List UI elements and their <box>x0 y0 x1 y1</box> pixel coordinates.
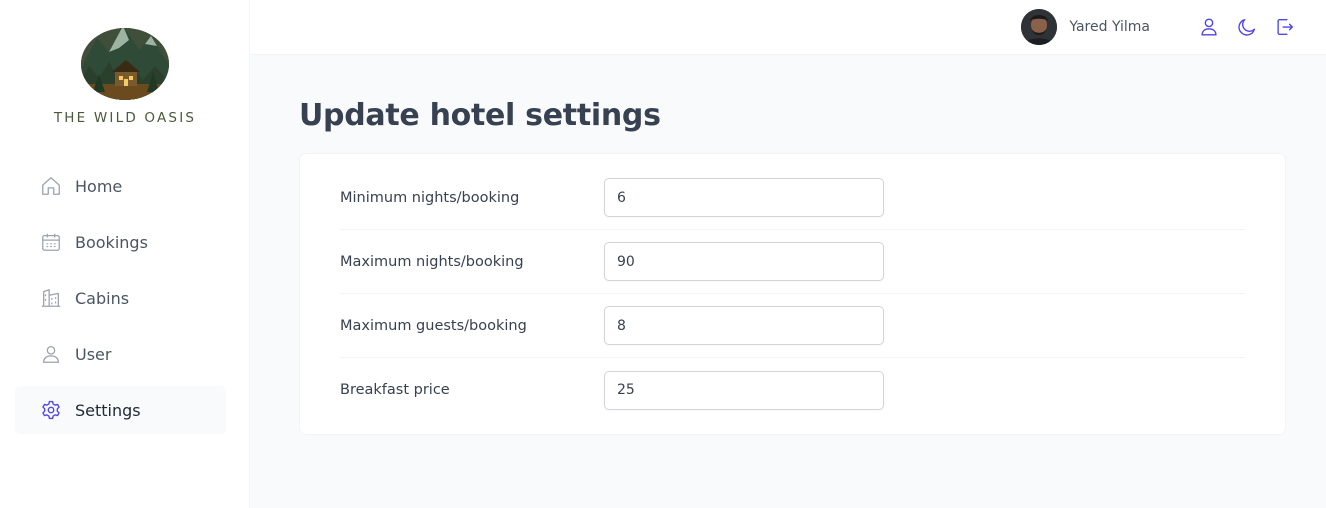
avatar <box>1021 9 1058 45</box>
max-nights-label: Maximum nights/booking <box>340 253 524 270</box>
logo-image <box>81 28 169 100</box>
gear-icon <box>40 399 62 421</box>
min-nights-label: Minimum nights/booking <box>340 189 520 206</box>
sidebar-item-cabins[interactable]: Cabins <box>15 274 226 322</box>
main-area: Yared Yilma Update hotel settings Minimu… <box>250 0 1326 508</box>
user-icon[interactable] <box>1198 16 1220 38</box>
brand-name: THE WILD OASIS <box>53 110 197 126</box>
calendar-icon <box>40 231 62 253</box>
sidebar-item-settings[interactable]: Settings <box>15 386 226 434</box>
max-guests-input[interactable] <box>604 306 884 345</box>
min-nights-input[interactable] <box>604 178 884 217</box>
header: Yared Yilma <box>250 0 1326 55</box>
home-icon <box>40 175 62 197</box>
settings-section: Update hotel settings Minimum nights/boo… <box>299 98 1286 435</box>
building-icon <box>40 287 62 309</box>
user-info: Yared Yilma <box>1021 9 1150 45</box>
sidebar-item-label: Settings <box>75 400 141 420</box>
sidebar-item-label: Cabins <box>75 288 130 308</box>
page-title: Update hotel settings <box>299 98 661 133</box>
sidebar-item-home[interactable]: Home <box>15 162 226 210</box>
setting-row-min-nights: Minimum nights/booking <box>340 166 1245 230</box>
logout-icon[interactable] <box>1274 16 1296 38</box>
sidebar-item-bookings[interactable]: Bookings <box>15 218 226 266</box>
setting-row-max-nights: Maximum nights/booking <box>340 230 1245 294</box>
sidebar-item-label: Bookings <box>75 232 148 252</box>
logo: THE WILD OASIS <box>0 22 250 126</box>
breakfast-price-label: Breakfast price <box>340 382 450 398</box>
moon-icon[interactable] <box>1236 16 1258 38</box>
setting-row-max-guests: Maximum guests/booking <box>340 294 1245 358</box>
settings-form: Minimum nights/booking Maximum nights/bo… <box>299 153 1286 435</box>
user-name: Yared Yilma <box>1069 19 1150 35</box>
sidebar-item-user[interactable]: User <box>15 330 226 378</box>
sidebar-item-label: User <box>75 344 112 364</box>
max-nights-input[interactable] <box>604 242 884 281</box>
app: THE WILD OASIS Home Bookings Cabins User… <box>0 0 1326 508</box>
max-guests-label: Maximum guests/booking <box>340 317 527 334</box>
breakfast-price-input[interactable] <box>604 370 884 410</box>
sidebar: THE WILD OASIS Home Bookings Cabins User… <box>0 0 250 508</box>
setting-row-breakfast-price: Breakfast price <box>340 358 1245 422</box>
sidebar-item-label: Home <box>75 176 123 196</box>
user-icon <box>40 343 62 365</box>
sidebar-nav: Home Bookings Cabins User Settings <box>15 162 226 442</box>
